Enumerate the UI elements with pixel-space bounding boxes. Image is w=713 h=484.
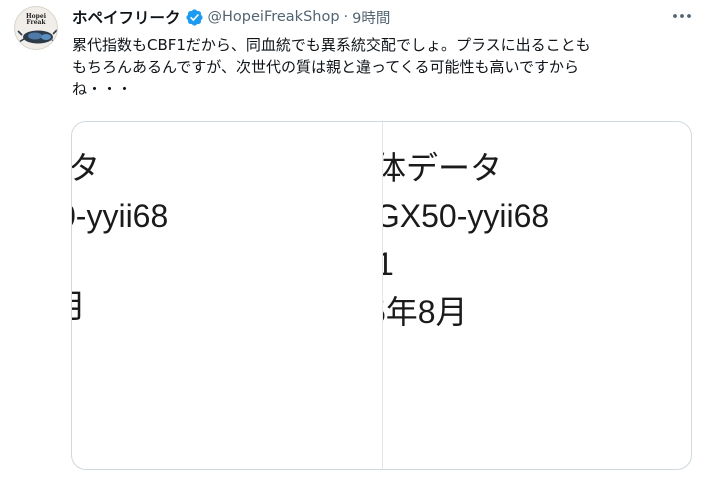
photo-divider [382,122,383,469]
media-image[interactable]: タ 0-yyii68 月 体データ :GX50-yyii68 1 5年8月 [71,121,692,470]
photo-text-left-2: 0-yyii68 [72,198,169,234]
photo-right-crop: 体データ :GX50-yyii68 1 5年8月 [382,122,691,469]
tweet-header: ホペイフリーク @HopeiFreakShop · 9時間 [72,6,390,28]
photo-text-right-2: :GX50-yyii68 [382,198,550,234]
photo-text-right-1: 体データ [382,150,503,186]
timestamp[interactable]: 9時間 [352,7,390,28]
separator-dot: · [343,9,349,25]
photo-left-crop: タ 0-yyii68 月 [72,122,382,469]
media-photo: タ 0-yyii68 月 体データ :GX50-yyii68 1 5年8月 [72,122,691,469]
photo-text-right-3: 1 [382,246,394,282]
verified-badge-icon [185,8,203,26]
display-name[interactable]: ホペイフリーク [72,6,181,28]
beetle-logo-icon [17,29,57,44]
photo-text-right-4: 5年8月 [382,294,468,330]
photo-text-left-1: タ [72,150,100,186]
more-options-icon[interactable] [671,8,693,24]
tweet-text: 累代指数もCBF1だから、同血統でも異系統交配でしょ。プラスに出ることも もちろ… [72,36,591,98]
user-handle[interactable]: @HopeiFreakShop [208,9,340,25]
photo-text-left-4: 月 [72,288,86,324]
avatar[interactable]: Hopei Freak [14,6,58,50]
tweet[interactable]: Hopei Freak ホペイフリーク @HopeiFreakShop · 9時… [0,0,713,484]
